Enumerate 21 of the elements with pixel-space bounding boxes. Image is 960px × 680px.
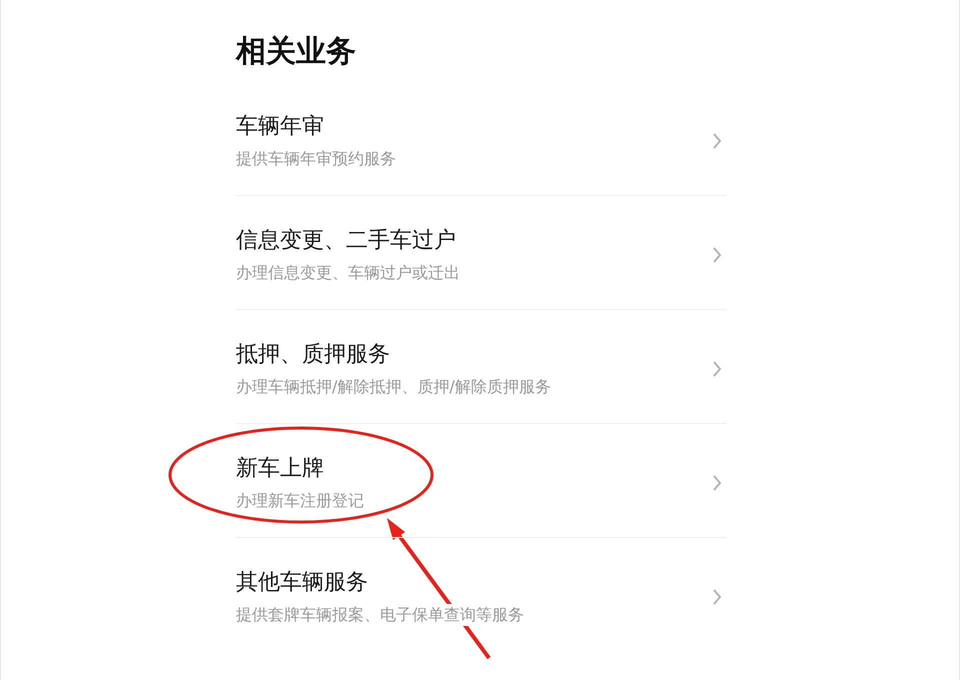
service-description: 办理新车注册登记 [236, 490, 364, 512]
service-list-item[interactable]: 抵押、质押服务 办理车辆抵押/解除抵押、质押/解除质押服务 [236, 310, 726, 424]
service-list-item[interactable]: 新车上牌 办理新车注册登记 [236, 424, 726, 538]
service-description: 提供车辆年审预约服务 [236, 148, 396, 170]
service-list-item[interactable]: 其他车辆服务 提供套牌车辆报案、电子保单查询等服务 [236, 538, 726, 652]
chevron-right-icon [712, 360, 722, 378]
service-title: 新车上牌 [236, 454, 325, 482]
service-description: 办理车辆抵押/解除抵押、质押/解除质押服务 [236, 376, 551, 398]
chevron-right-icon [712, 588, 722, 606]
service-title: 其他车辆服务 [236, 569, 369, 597]
chevron-right-icon [712, 132, 722, 150]
service-description: 办理信息变更、车辆过户或迁出 [236, 262, 460, 284]
chevron-right-icon [712, 246, 722, 264]
service-title: 车辆年审 [236, 112, 325, 140]
service-title: 抵押、质押服务 [236, 340, 391, 368]
service-description: 提供套牌车辆报案、电子保单查询等服务 [236, 604, 524, 626]
service-title: 信息变更、二手车过户 [236, 226, 457, 254]
service-list-item[interactable]: 车辆年审 提供车辆年审预约服务 [236, 82, 726, 196]
service-list-item[interactable]: 信息变更、二手车过户 办理信息变更、车辆过户或迁出 [236, 196, 726, 310]
chevron-right-icon [712, 474, 722, 492]
section-title: 相关业务 [236, 33, 357, 71]
